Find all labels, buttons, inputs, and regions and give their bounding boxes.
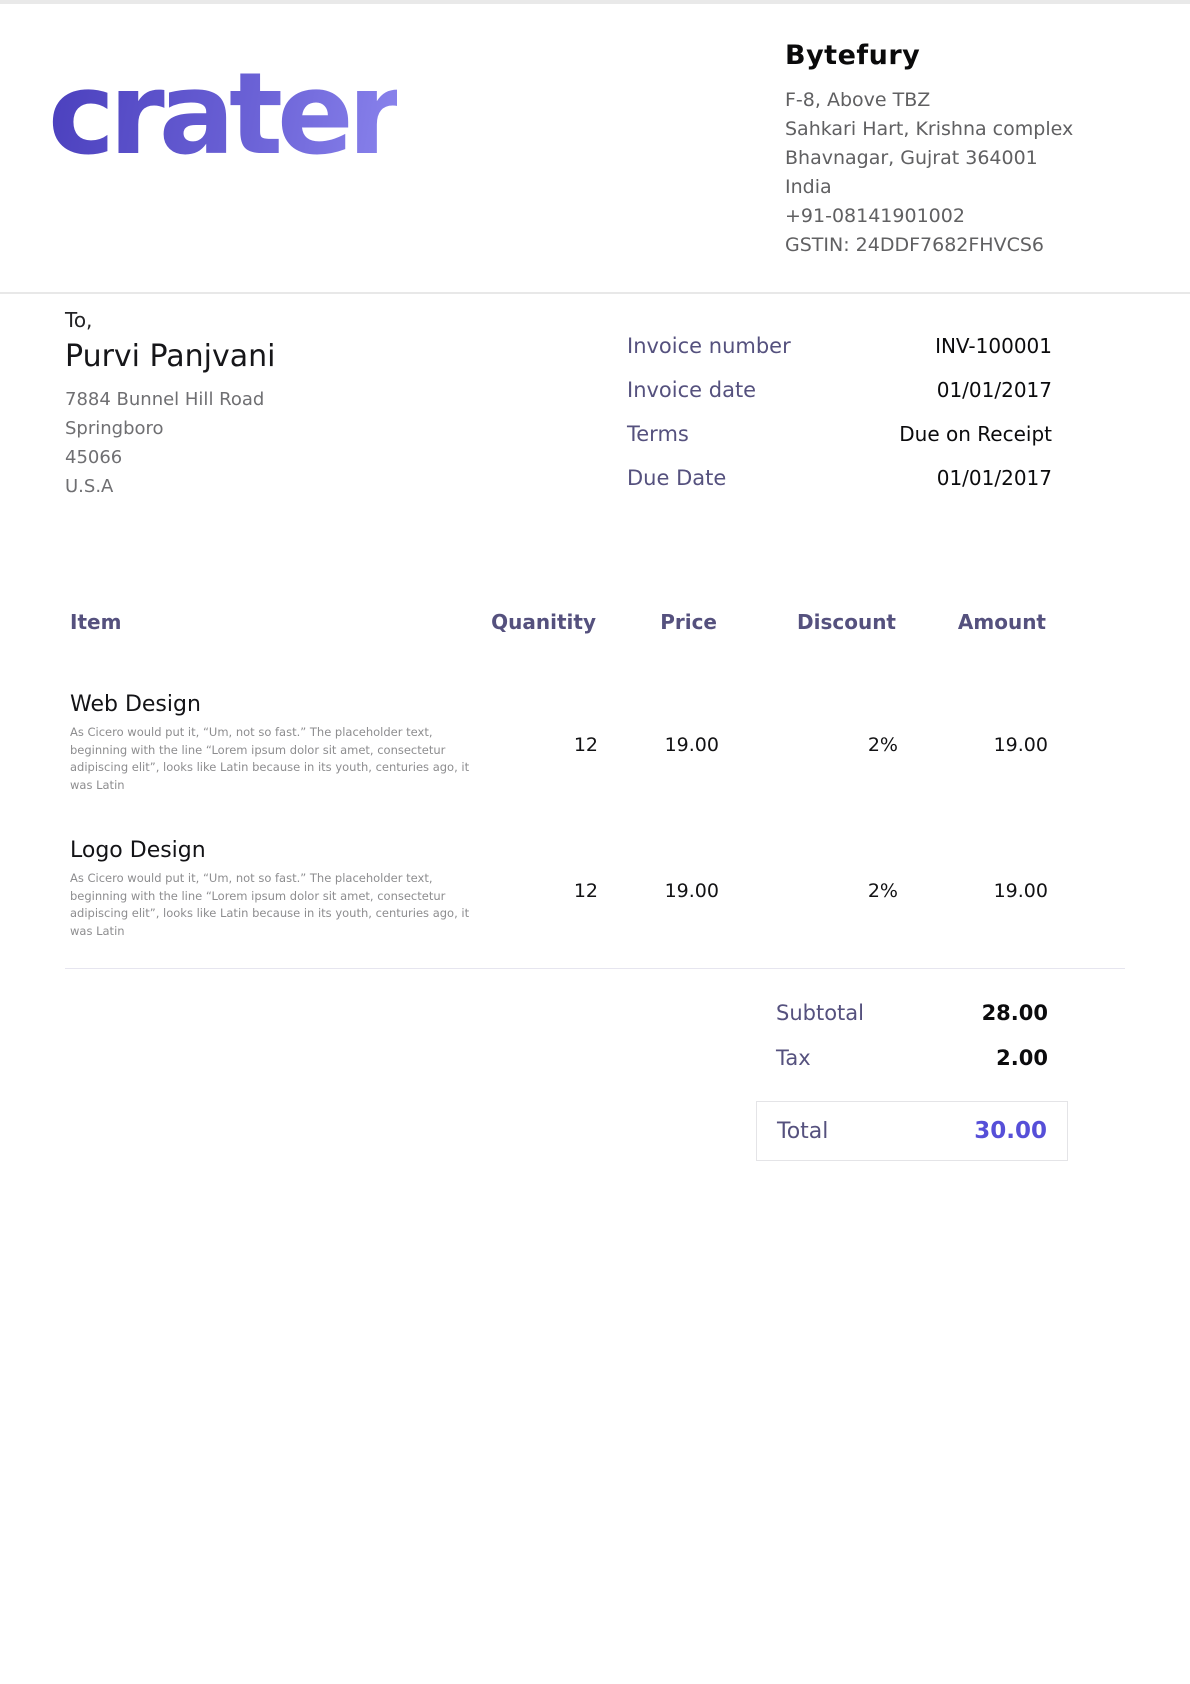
customer-name: Purvi Panjvani bbox=[65, 339, 627, 374]
subtotal-value: 28.00 bbox=[982, 1001, 1048, 1025]
due-date-label: Due Date bbox=[627, 466, 726, 490]
invoice-date-value: 01/01/2017 bbox=[937, 378, 1052, 402]
item-discount: 2% bbox=[719, 838, 898, 940]
terms-row: Terms Due on Receipt bbox=[627, 422, 1052, 446]
bill-to-block: To, Purvi Panjvani 7884 Bunnel Hill Road… bbox=[65, 308, 627, 510]
item-amount: 19.00 bbox=[898, 838, 1048, 940]
item-quantity: 12 bbox=[488, 692, 598, 794]
company-gstin: GSTIN: 24DDF7682FHVCS6 bbox=[785, 231, 1142, 260]
item-description: As Cicero would put it, “Um, not so fast… bbox=[70, 724, 488, 794]
due-date-row: Due Date 01/01/2017 bbox=[627, 466, 1052, 490]
company-address-line: Sahkari Hart, Krishna complex bbox=[785, 115, 1142, 144]
col-header-quantity: Quanitity bbox=[486, 610, 596, 634]
tax-value: 2.00 bbox=[996, 1046, 1048, 1070]
customer-address-line: Springboro bbox=[65, 414, 627, 443]
table-row: Logo Design As Cicero would put it, “Um,… bbox=[70, 838, 1046, 940]
subtotal-row: Subtotal 28.00 bbox=[756, 1001, 1068, 1025]
company-phone: +91-08141901002 bbox=[785, 202, 1142, 231]
table-row: Web Design As Cicero would put it, “Um, … bbox=[70, 692, 1046, 794]
item-discount: 2% bbox=[719, 692, 898, 794]
invoice-meta-block: Invoice number INV-100001 Invoice date 0… bbox=[627, 308, 1125, 510]
col-header-amount: Amount bbox=[896, 610, 1046, 634]
tax-label: Tax bbox=[776, 1046, 811, 1070]
tax-row: Tax 2.00 bbox=[756, 1046, 1068, 1070]
terms-label: Terms bbox=[627, 422, 689, 446]
company-name: Bytefury bbox=[785, 40, 1142, 71]
customer-address-line: U.S.A bbox=[65, 472, 627, 501]
total-box: Total 30.00 bbox=[756, 1101, 1068, 1161]
company-address-line: F-8, Above TBZ bbox=[785, 86, 1142, 115]
item-price: 19.00 bbox=[598, 838, 719, 940]
total-label: Total bbox=[777, 1119, 828, 1144]
invoice-page: crater Bytefury F-8, Above TBZ Sahkari H… bbox=[0, 4, 1190, 1161]
terms-value: Due on Receipt bbox=[899, 422, 1052, 446]
invoice-number-row: Invoice number INV-100001 bbox=[627, 334, 1052, 358]
invoice-number-value: INV-100001 bbox=[935, 334, 1052, 358]
crater-logo: crater bbox=[48, 54, 397, 292]
item-amount: 19.00 bbox=[898, 692, 1048, 794]
total-value: 30.00 bbox=[974, 1118, 1047, 1144]
invoice-date-row: Invoice date 01/01/2017 bbox=[627, 378, 1052, 402]
totals-section: Subtotal 28.00 Tax 2.00 Total 30.00 bbox=[756, 1001, 1068, 1161]
invoice-body: To, Purvi Panjvani 7884 Bunnel Hill Road… bbox=[0, 308, 1190, 1161]
customer-address-line: 7884 Bunnel Hill Road bbox=[65, 385, 627, 414]
items-divider bbox=[65, 968, 1125, 969]
company-address-line: Bhavnagar, Gujrat 364001 bbox=[785, 144, 1142, 173]
items-table: Item Quanitity Price Discount Amount Web… bbox=[65, 610, 1125, 940]
item-description: As Cicero would put it, “Um, not so fast… bbox=[70, 870, 488, 940]
items-table-header: Item Quanitity Price Discount Amount bbox=[70, 610, 1046, 634]
col-header-discount: Discount bbox=[717, 610, 896, 634]
subtotal-label: Subtotal bbox=[776, 1001, 864, 1025]
due-date-value: 01/01/2017 bbox=[937, 466, 1052, 490]
company-info: Bytefury F-8, Above TBZ Sahkari Hart, Kr… bbox=[785, 38, 1142, 292]
item-quantity: 12 bbox=[488, 838, 598, 940]
company-address-line: India bbox=[785, 173, 1142, 202]
item-name: Logo Design bbox=[70, 838, 488, 863]
invoice-number-label: Invoice number bbox=[627, 334, 791, 358]
item-price: 19.00 bbox=[598, 692, 719, 794]
item-cell: Logo Design As Cicero would put it, “Um,… bbox=[70, 838, 488, 940]
customer-address-line: 45066 bbox=[65, 443, 627, 472]
col-header-price: Price bbox=[596, 610, 717, 634]
invoice-header: crater Bytefury F-8, Above TBZ Sahkari H… bbox=[0, 4, 1190, 294]
item-cell: Web Design As Cicero would put it, “Um, … bbox=[70, 692, 488, 794]
invoice-date-label: Invoice date bbox=[627, 378, 756, 402]
item-name: Web Design bbox=[70, 692, 488, 717]
parties-section: To, Purvi Panjvani 7884 Bunnel Hill Road… bbox=[65, 308, 1125, 510]
bill-to-label: To, bbox=[65, 308, 627, 332]
col-header-item: Item bbox=[70, 610, 486, 634]
